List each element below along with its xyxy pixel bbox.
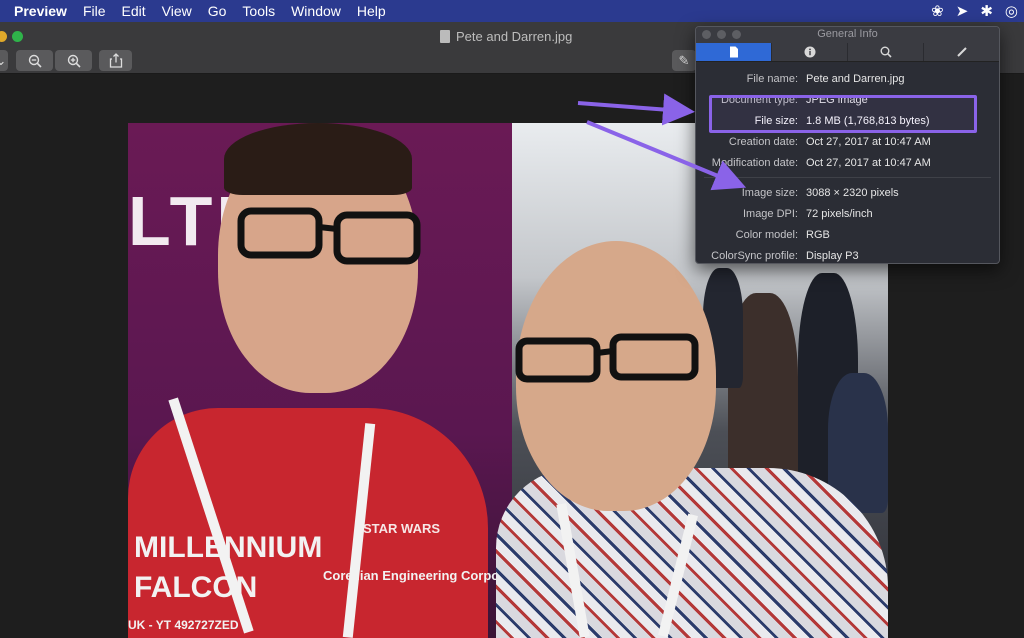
menu-go[interactable]: Go	[200, 0, 235, 22]
person-left-hair	[224, 123, 412, 195]
document-icon	[729, 46, 738, 58]
menu-bar: Preview File Edit View Go Tools Window H…	[0, 0, 1024, 22]
shirt-text-millennium: MILLENNIUM	[134, 531, 323, 564]
info-value: RGB	[806, 228, 830, 241]
share-button[interactable]	[99, 50, 132, 71]
search-icon	[880, 46, 892, 58]
info-row-modification-date: Modification date: Oct 27, 2017 at 10:47…	[696, 152, 999, 173]
info-icon	[804, 46, 815, 58]
extension-icon[interactable]: ✱	[980, 2, 993, 20]
info-value: Oct 27, 2017 at 10:47 AM	[806, 135, 931, 148]
general-info-panel: General Info File name: Pete and Darren.…	[695, 26, 1000, 264]
info-rows: File name: Pete and Darren.jpg Document …	[696, 62, 999, 263]
info-value: Pete and Darren.jpg	[806, 72, 905, 85]
openai-icon[interactable]: ❀	[931, 2, 944, 20]
pencil-icon	[956, 47, 967, 57]
markup-button[interactable]: ✎	[672, 50, 696, 71]
rocket-icon[interactable]: ➤	[956, 2, 969, 20]
zoom-in-button[interactable]	[55, 50, 92, 71]
zoom-window-button[interactable]	[12, 31, 23, 42]
info-panel-title: General Info	[817, 28, 878, 40]
document-icon	[440, 30, 450, 43]
person-right-shirt	[496, 468, 888, 638]
info-row-image-size: Image size: 3088 × 2320 pixels	[696, 182, 999, 203]
info-label: ColorSync profile:	[711, 249, 798, 262]
pen-icon: ✎	[678, 52, 690, 68]
info-value: 72 pixels/inch	[806, 207, 873, 220]
file-size-highlight-box	[709, 95, 977, 133]
menu-bar-status-area: ❀ ➤ ✱ ◎	[931, 0, 1024, 22]
info-panel-titlebar: General Info	[696, 27, 999, 43]
zoom-in-icon	[67, 54, 81, 68]
tab-general-info[interactable]	[696, 43, 772, 61]
tab-more-info[interactable]	[772, 43, 848, 61]
menu-help[interactable]: Help	[349, 0, 394, 22]
info-row-creation-date: Creation date: Oct 27, 2017 at 10:47 AM	[696, 131, 999, 152]
info-value: 3088 × 2320 pixels	[806, 186, 899, 199]
info-row-color-model: Color model: RGB	[696, 224, 999, 245]
info-label: Image DPI:	[742, 207, 798, 220]
info-value: Display P3	[806, 249, 859, 262]
window-title: Pete and Darren.jpg	[440, 29, 572, 44]
share-icon	[109, 53, 122, 68]
tab-annotations[interactable]	[924, 43, 999, 61]
shirt-text-id: UK - YT 492727ZED	[128, 618, 239, 632]
window-title-text: Pete and Darren.jpg	[456, 29, 573, 44]
sidebar-toggle-button[interactable]: ⌄	[0, 50, 8, 71]
chevron-icon: ⌄	[0, 52, 7, 68]
shirt-text-star-wars: STAR WARS	[363, 521, 441, 536]
info-label: Color model:	[735, 228, 798, 241]
info-row-file-name: File name: Pete and Darren.jpg	[696, 68, 999, 89]
info-row-image-dpi: Image DPI: 72 pixels/inch	[696, 203, 999, 224]
info-label: Image size:	[741, 186, 798, 199]
menu-view[interactable]: View	[154, 0, 200, 22]
menu-app-preview[interactable]: Preview	[0, 0, 75, 22]
info-label: File name:	[746, 72, 798, 85]
info-panel-tabs	[696, 43, 999, 62]
info-row-colorsync-profile: ColorSync profile: Display P3	[696, 245, 999, 263]
info-label: Creation date:	[728, 135, 798, 148]
info-value: Oct 27, 2017 at 10:47 AM	[806, 156, 931, 169]
shirt-text-falcon: FALCON	[134, 571, 258, 604]
tab-keywords[interactable]	[848, 43, 924, 61]
arrow-to-file-size	[577, 93, 695, 126]
minimize-button[interactable]	[0, 31, 7, 42]
person-right-glasses	[515, 333, 699, 383]
zoom-out-icon	[28, 54, 42, 68]
circle-status-icon[interactable]: ◎	[1005, 2, 1018, 20]
menu-file[interactable]: File	[75, 0, 114, 22]
menu-edit[interactable]: Edit	[114, 0, 154, 22]
person-left-glasses	[237, 207, 421, 265]
info-label: Modification date:	[711, 156, 798, 169]
menu-window[interactable]: Window	[283, 0, 349, 22]
zoom-out-button[interactable]	[16, 50, 53, 71]
menu-tools[interactable]: Tools	[234, 0, 283, 22]
info-divider	[704, 177, 991, 178]
